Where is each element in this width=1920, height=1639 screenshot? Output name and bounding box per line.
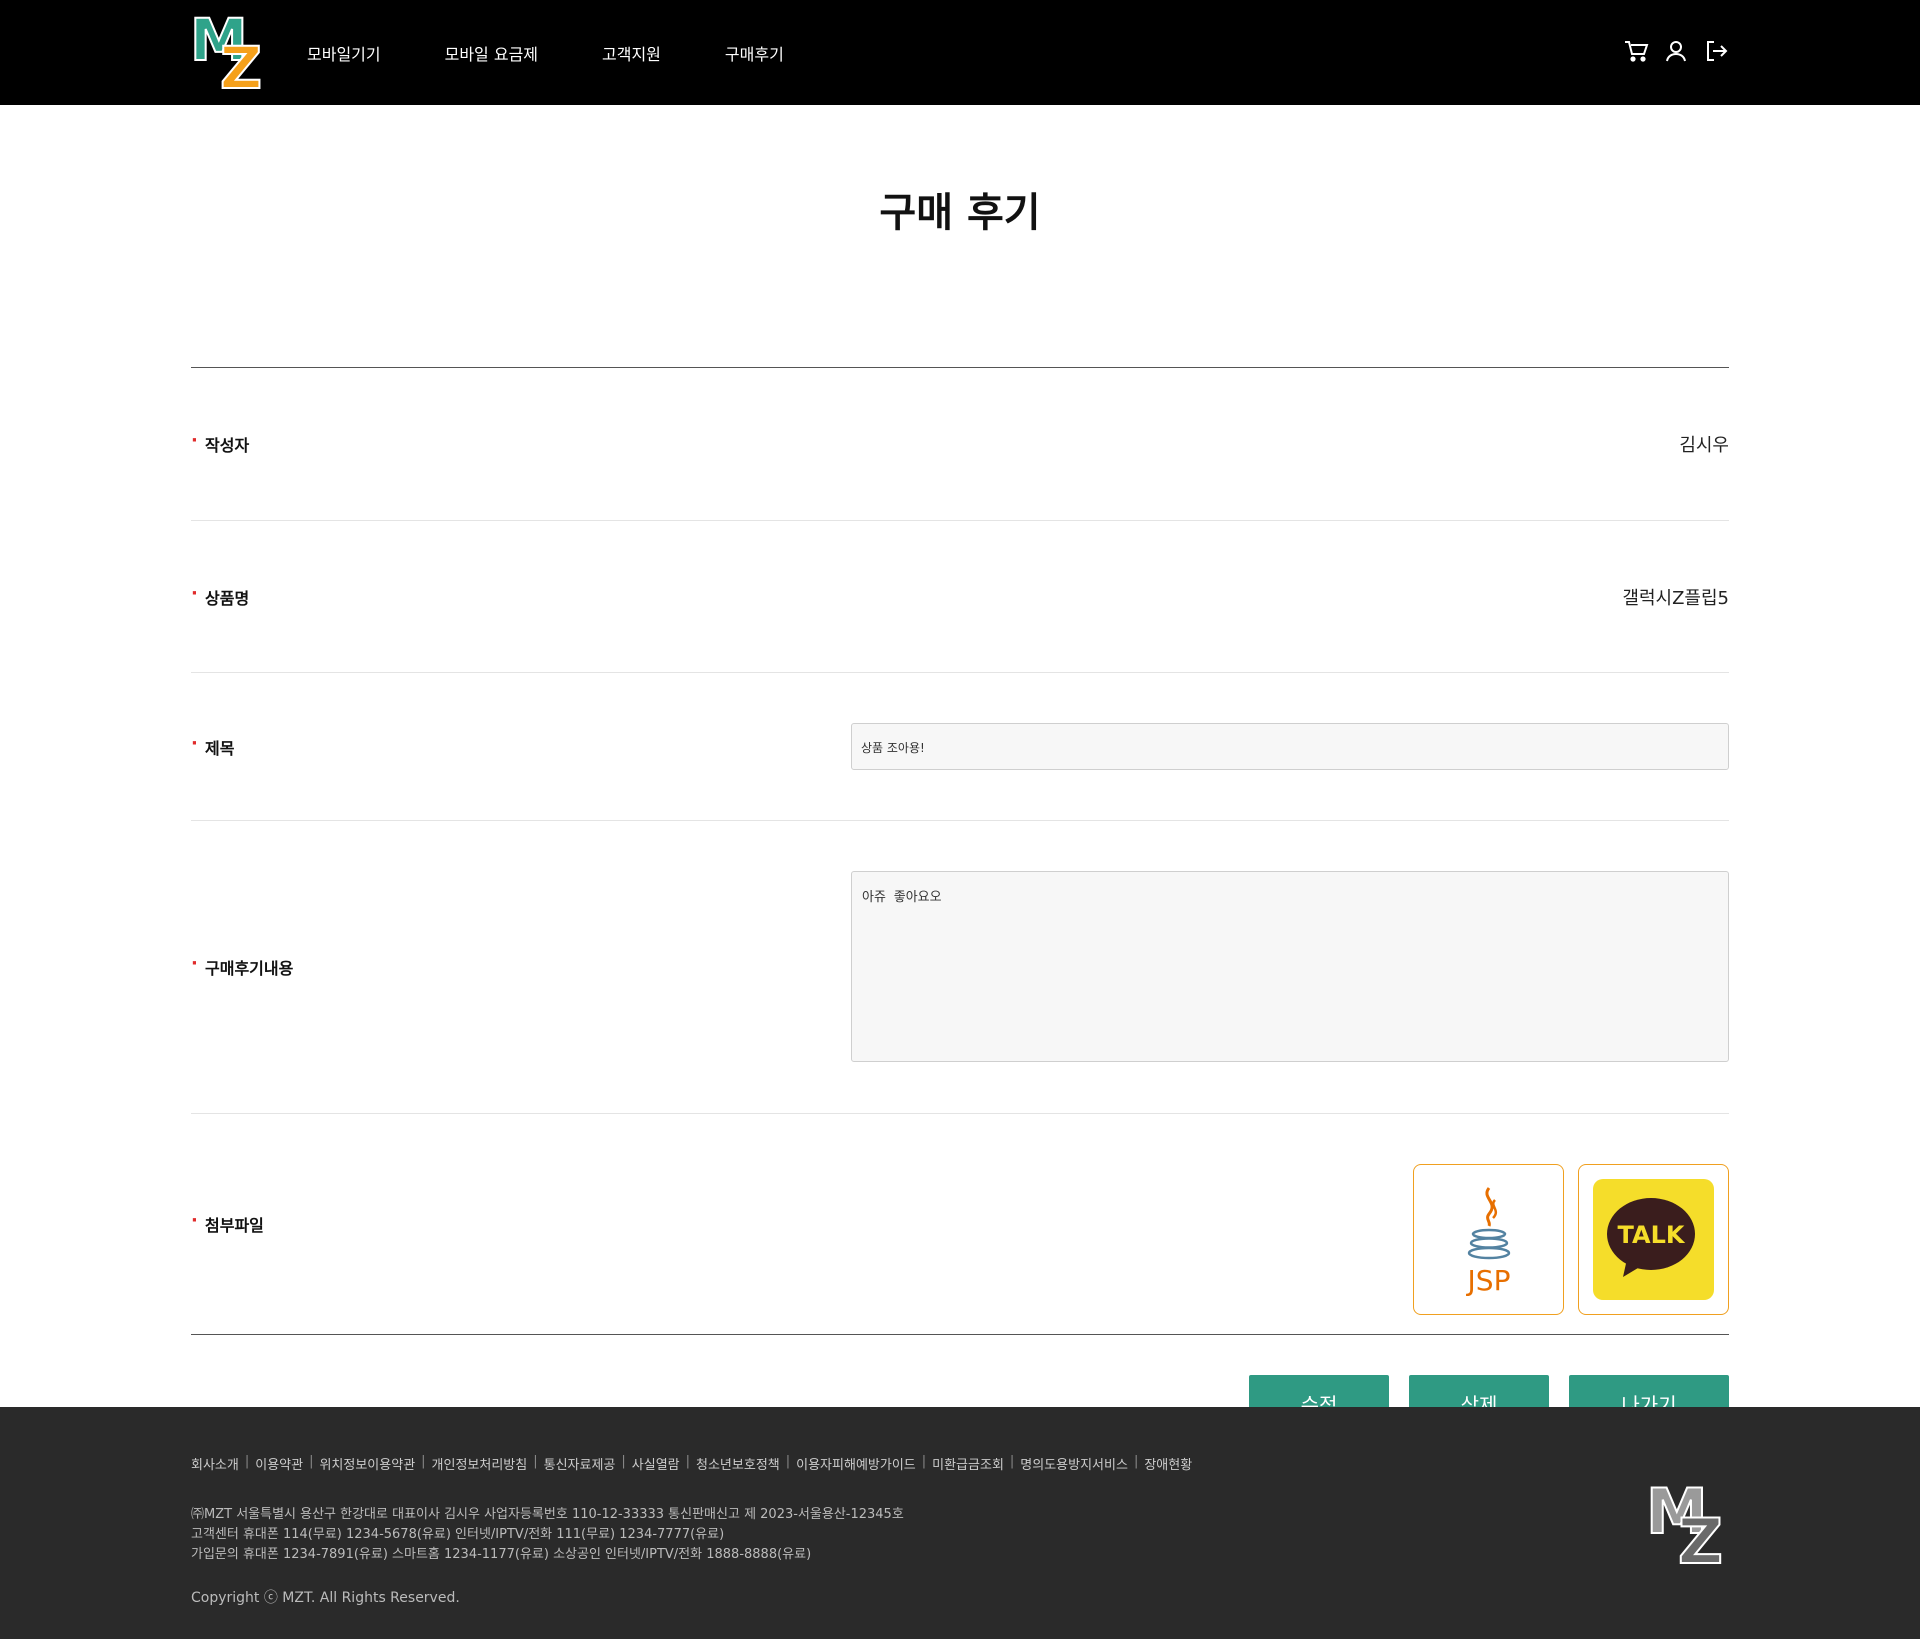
title-row: 제목 상품 조아용! xyxy=(191,673,1729,821)
copyright: Copyright ⓒ MZT. All Rights Reserved. xyxy=(191,1590,460,1606)
author-label: 작성자 xyxy=(191,430,249,456)
content-textarea[interactable]: 아쥬 좋아요오 xyxy=(851,871,1729,1062)
footer-info-line: ㈜MZT 서울특별시 용산구 한강대로 대표이사 김시우 사업자등록번호 110… xyxy=(191,1507,904,1522)
attachment-list: JSP TALK xyxy=(1413,1164,1729,1315)
jsp-logo-icon: JSP xyxy=(1465,1186,1510,1297)
title-label: 제목 xyxy=(191,733,234,759)
nav-mobile-devices[interactable]: 모바일기기 xyxy=(307,41,381,65)
product-value: 갤럭시Z플립5 xyxy=(1622,587,1729,609)
footer-link-company[interactable]: 회사소개 xyxy=(191,1454,239,1473)
nav-customer-support[interactable]: 고객지원 xyxy=(602,41,661,65)
footer-link-privacy[interactable]: 개인정보처리방침 xyxy=(432,1454,528,1473)
site-footer: 회사소개 | 이용약관 | 위치정보이용약관 | 개인정보처리방침 | 통신자료제공 | … xyxy=(0,1407,1920,1639)
attachment-jsp[interactable]: JSP xyxy=(1413,1164,1564,1315)
mz-logo[interactable]: M Z xyxy=(189,5,268,103)
footer-links: 회사소개 | 이용약관 | 위치정보이용약관 | 개인정보처리방침 | 통신자료제공 | … xyxy=(191,1454,1193,1473)
footer-link-location-terms[interactable]: 위치정보이용약관 xyxy=(319,1454,415,1473)
footer-logo: M Z xyxy=(1645,1474,1730,1579)
page-title: 구매 후기 xyxy=(879,190,1041,236)
svg-text:TALK: TALK xyxy=(1618,1221,1686,1249)
nav-reviews[interactable]: 구매후기 xyxy=(725,41,784,65)
footer-company-info: ㈜MZT 서울특별시 용산구 한강대로 대표이사 김시우 사업자등록번호 110… xyxy=(191,1505,1729,1565)
logout-icon[interactable] xyxy=(1703,38,1729,64)
footer-info-line: 고객센터 휴대폰 114(무료) 1234-5678(유료) 인터넷/IPTV/… xyxy=(191,1527,725,1542)
nav-mobile-plans[interactable]: 모바일 요금제 xyxy=(445,41,538,65)
footer-link-damage-guide[interactable]: 이용자피해예방가이드 xyxy=(796,1454,916,1473)
svg-text:Z: Z xyxy=(1678,1505,1723,1567)
footer-link-youth-policy[interactable]: 청소년보호정책 xyxy=(696,1454,780,1473)
title-input[interactable]: 상품 조아용! xyxy=(851,723,1729,770)
product-row: 상품명 갤럭시Z플립5 xyxy=(191,521,1729,673)
user-icon[interactable] xyxy=(1663,38,1689,64)
review-detail: 구매 후기 작성자 김시우 상품명 갤럭시Z플립5 제목 상품 조아용! 구매후… xyxy=(191,105,1729,1513)
site-header: M Z 모바일기기 모바일 요금제 고객지원 구매후기 xyxy=(0,0,1920,105)
product-label: 상품명 xyxy=(191,583,249,609)
content-row: 구매후기내용 아쥬 좋아요오 xyxy=(191,821,1729,1114)
author-row: 작성자 김시우 xyxy=(191,368,1729,521)
main-nav: 모바일기기 모바일 요금제 고객지원 구매후기 xyxy=(307,0,848,105)
files-label: 첨부파일 xyxy=(191,1210,264,1236)
footer-link-data-provision[interactable]: 통신자료제공 xyxy=(544,1454,616,1473)
footer-link-refund[interactable]: 미환급금조회 xyxy=(932,1454,1004,1473)
content-label: 구매후기내용 xyxy=(191,953,293,979)
footer-link-identity-theft[interactable]: 명의도용방지서비스 xyxy=(1020,1454,1128,1473)
files-row: 첨부파일 JSP TALK xyxy=(191,1114,1729,1335)
author-value: 김시우 xyxy=(1679,435,1729,456)
footer-link-fact-view[interactable]: 사실열람 xyxy=(632,1454,680,1473)
kakaotalk-logo-icon: TALK xyxy=(1593,1179,1714,1300)
svg-text:JSP: JSP xyxy=(1465,1264,1510,1297)
footer-info-line: 가입문의 휴대폰 1234-7891(유료) 스마트홈 1234-1177(유료… xyxy=(191,1547,812,1562)
attachment-kakaotalk[interactable]: TALK xyxy=(1578,1164,1729,1315)
header-icons xyxy=(1623,38,1729,64)
footer-link-outage[interactable]: 장애현황 xyxy=(1144,1454,1192,1473)
cart-icon[interactable] xyxy=(1623,38,1649,64)
svg-text:Z: Z xyxy=(220,34,262,92)
footer-link-terms[interactable]: 이용약관 xyxy=(255,1454,303,1473)
